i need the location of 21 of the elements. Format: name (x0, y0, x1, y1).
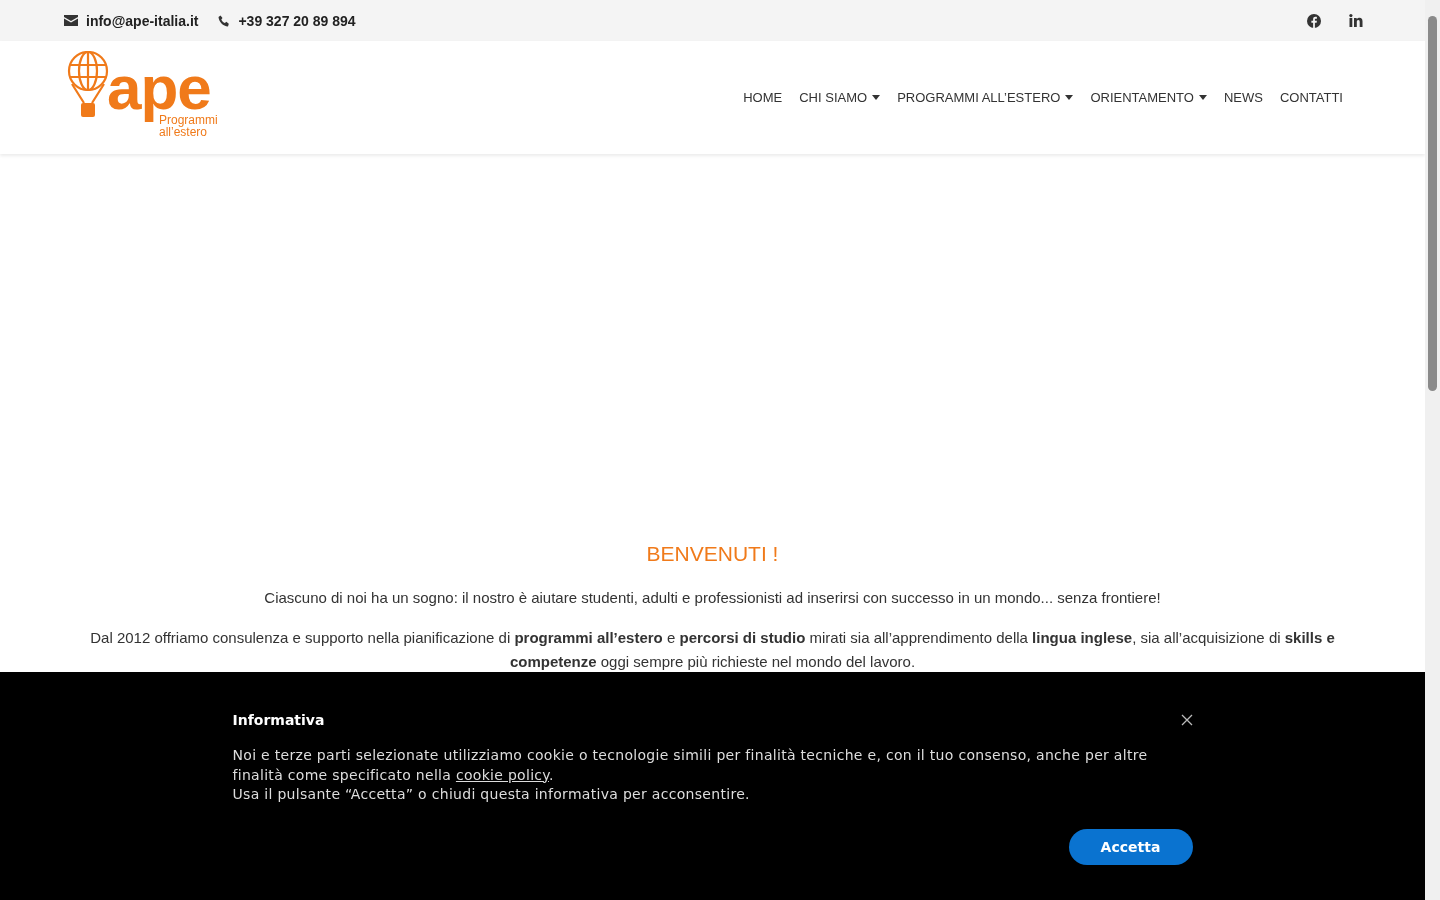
scrollbar[interactable] (1425, 0, 1440, 900)
cookie-title: Informativa (232, 712, 325, 728)
nav-link[interactable]: HOME (743, 90, 783, 105)
nav-link[interactable]: PROGRAMMI ALL’ESTERO (897, 90, 1074, 105)
nav-link[interactable]: ORIENTAMENTO (1090, 90, 1207, 105)
welcome-paragraph: Ciascuno di noi ha un sogno: il nostro è aiutare studenti, adulti e professionisti ad inserirsi con successo in un mondo... senza frontiere! (263, 588, 1162, 608)
nav-link[interactable]: CHI SIAMO (799, 90, 881, 105)
facebook-icon[interactable] (1307, 13, 1321, 28)
nav-link[interactable]: NEWS (1223, 90, 1263, 105)
close-icon[interactable] (1180, 714, 1193, 726)
phone-icon (218, 14, 231, 27)
cookie-notice-text: Noi e terze parti selezionate utilizziamo cookie o tecnologie simili per finalità tecniche e, con il tuo consenso, anche per altre finalità come specificato nella cookie policy. Usa il pulsante “Accetta” o chiudi questa informativa per acconsentire. (232, 746, 1149, 804)
envelope-icon (64, 15, 78, 26)
cookie-policy-link[interactable]: cookie policy (455, 766, 549, 783)
accept-button[interactable]: Accetta (1068, 828, 1193, 865)
linkedin-icon[interactable] (1349, 14, 1363, 27)
welcome-paragraph: Dal 2012 offriamo consulenza e supporto nella pianificazione di programmi all’estero e percorsi di studio mirati sia all’apprendimento della lingua inglese, sia all’acquisizione di skills e competenze oggi sempre più richieste nel mondo del lavoro. (89, 628, 1336, 672)
nav-link[interactable]: CONTATTI (1279, 90, 1343, 105)
welcome-heading: BENVENUTI ! (645, 542, 780, 566)
phone-link[interactable]: +39 327 20 89 894 (238, 12, 356, 29)
email-link[interactable]: info@ape-italia.it (86, 12, 199, 29)
